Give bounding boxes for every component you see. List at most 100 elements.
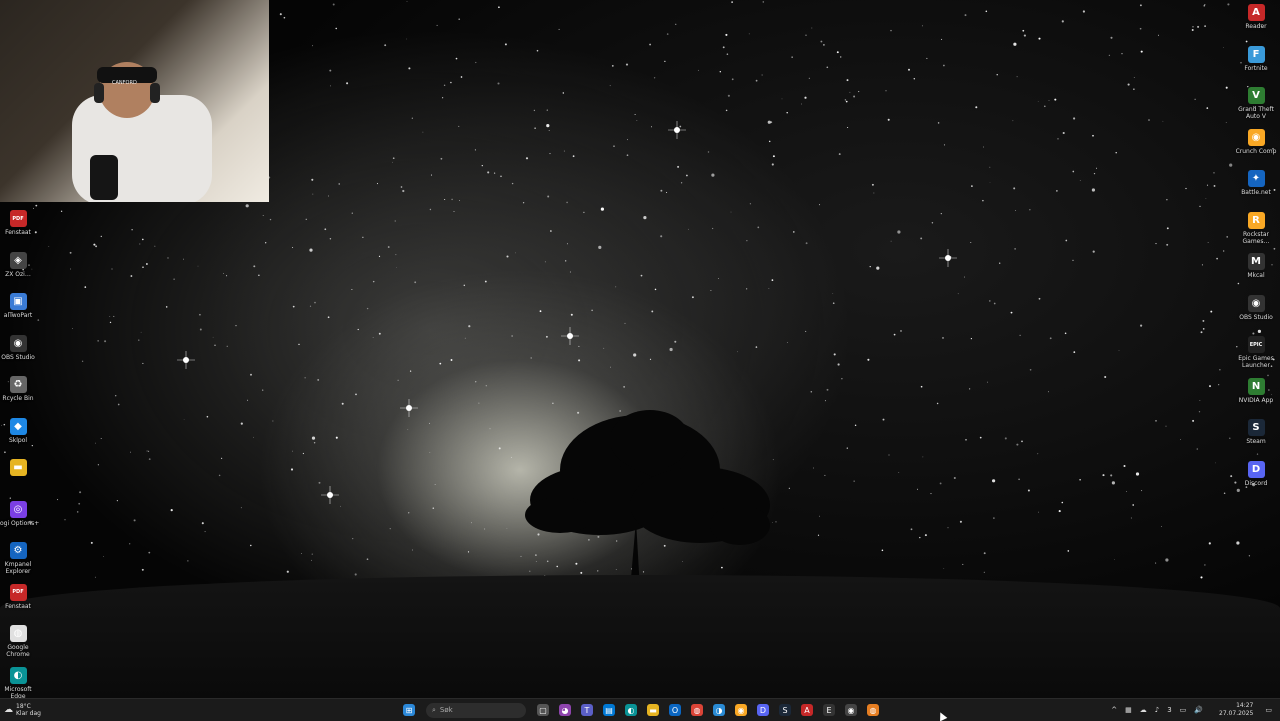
weather-temp: 18°C — [16, 703, 31, 710]
desktop-icon-label: Steam — [1246, 438, 1266, 445]
desktop-icon-label: Fenstaat — [5, 602, 31, 610]
taskbar-apps: ⊞ ⌕ Søk ▢ ◕ T ▤ ◐ ▬ O ◍ ◑ ◉ D S A E ◉ ◍ — [398, 701, 884, 719]
search-placeholder: Søk — [439, 706, 453, 714]
control-panel-icon: ⚙ — [9, 542, 27, 559]
desktop-icon-network-app[interactable]: ▣ alTwoPart — [0, 293, 40, 319]
desktop-icon-label: Kmpanel Explorer — [4, 561, 32, 575]
desktop-icon-label: Logi Options+ — [0, 519, 40, 527]
desktop-icon-rockstar-games[interactable]: R Rockstar Games… — [1234, 211, 1278, 245]
desktop-icon-label: Grand Theft Auto V — [1238, 106, 1274, 120]
desktop-icon-steam[interactable]: S Steam — [1234, 419, 1278, 445]
notification-icon[interactable]: ▭ — [1265, 706, 1272, 714]
store-icon: ▤ — [603, 704, 615, 716]
taskbar-edge-dev-button[interactable]: ◑ — [710, 701, 728, 719]
desktop-icon-pdf-app[interactable]: PDF Fenstaat — [0, 210, 40, 236]
chrome-canary-icon: ◍ — [867, 704, 879, 716]
taskbar-chrome-button[interactable]: ◍ — [688, 701, 706, 719]
gta-v-icon: V — [1247, 87, 1265, 104]
tray-icon[interactable]: ▦ — [1125, 706, 1132, 714]
taskbar-file-explorer-button[interactable]: ▬ — [644, 701, 662, 719]
desktop-icon-microsoft-edge[interactable]: ◐ Microsoft Edge — [0, 666, 40, 700]
obs-icon: ◉ — [845, 704, 857, 716]
taskbar-epic-button[interactable]: E — [820, 701, 838, 719]
taskbar-acrobat-button[interactable]: A — [798, 701, 816, 719]
taskbar-obs-button[interactable]: ◉ — [842, 701, 860, 719]
clock-date: 27.07.2025 — [1219, 710, 1254, 717]
microsoft-edge-icon: ◐ — [9, 666, 27, 684]
epic-icon: E — [823, 704, 835, 716]
desktop-icon-label: OBS Studio — [1239, 313, 1273, 321]
tray-icon[interactable]: ☁ — [1140, 706, 1147, 714]
desktop-icon-label: Google Chrome — [6, 644, 30, 658]
epic-games-icon: EPIC — [1247, 336, 1265, 353]
outlook-icon: O — [669, 704, 681, 716]
desktop-icon-pdf-app-2[interactable]: PDF Fenstaat — [0, 583, 40, 610]
taskbar-chrome-canary-button[interactable]: ◍ — [864, 701, 882, 719]
taskbar-crunch-button[interactable]: ◉ — [732, 701, 750, 719]
tray-icon[interactable]: ▭ — [1180, 706, 1187, 714]
desktop-icon-label: Epic Games Launcher — [1238, 355, 1274, 369]
steam-icon: S — [779, 704, 791, 716]
desktop-icon-folder[interactable]: ▬ — [0, 459, 40, 478]
desktop-icon-crunchy-app[interactable]: ◉ Crunch Comp — [1234, 128, 1278, 155]
recycle-bin-icon: ♻ — [9, 376, 27, 393]
shortcut-app-icon: ◆ — [9, 417, 27, 435]
desktop-icon-label: NVIDIA App — [1238, 396, 1274, 404]
taskbar-steam-button[interactable]: S — [776, 701, 794, 719]
edge-icon: ◐ — [625, 704, 637, 716]
desktop-icon-epic-games[interactable]: EPIC Epic Games Launcher — [1234, 336, 1278, 369]
desktop-icon-nvidia-app[interactable]: N NVIDIA App — [1234, 377, 1278, 404]
taskbar-discord-button[interactable]: D — [754, 701, 772, 719]
taskbar-start-button[interactable]: ⊞ — [400, 701, 418, 719]
fortnite-icon: F — [1247, 45, 1265, 63]
desktop-icon-label: Sklpol — [8, 436, 28, 444]
taskbar-outlook-button[interactable]: O — [666, 701, 684, 719]
taskbar-edge-button[interactable]: ◐ — [622, 701, 640, 719]
webcam-overlay: CANFORD — [0, 0, 269, 202]
desktop-icon-mail-app[interactable]: M Mkcal — [1234, 253, 1278, 279]
desktop-icon-fortnite[interactable]: F Fortnite — [1234, 45, 1278, 72]
rockstar-games-icon: R — [1247, 211, 1265, 229]
crunch-icon: ◉ — [735, 704, 747, 716]
tray-icon[interactable]: 🔊 — [1194, 706, 1203, 714]
desktop-icon-google-chrome[interactable]: ◍ Google Chrome — [0, 625, 40, 658]
nvidia-app-icon: N — [1247, 377, 1265, 395]
desktop-icon-adobe-reader[interactable]: A Reader — [1234, 4, 1278, 30]
taskbar-teams-button[interactable]: T — [578, 701, 596, 719]
desktop-icon-logi-options[interactable]: ◎ Logi Options+ — [0, 500, 40, 527]
discord-icon: D — [1247, 460, 1265, 478]
network-app-icon: ▣ — [9, 293, 27, 310]
google-chrome-icon: ◍ — [9, 625, 27, 642]
taskbar-task-view-button[interactable]: ▢ — [534, 701, 552, 719]
desktop-icon-label: Fortnite — [1244, 64, 1268, 72]
taskbar-copilot-button[interactable]: ◕ — [556, 701, 574, 719]
folder-icon: ▬ — [9, 459, 27, 476]
desktop-icon-rainmeter[interactable]: ◈ ZX Ozi… — [0, 251, 40, 278]
weather-widget[interactable]: ☁ 18°C Klar dag — [4, 699, 41, 721]
desktop-icon-obs-studio[interactable]: ◉ OBS Studio — [0, 334, 40, 361]
streamer-figure — [72, 62, 212, 202]
edge-dev-icon: ◑ — [713, 704, 725, 716]
grass-hill — [0, 575, 1280, 700]
desktop-icon-recycle-bin[interactable]: ♻ Rcycle Bin — [0, 376, 40, 402]
tray-icon[interactable]: 3 — [1167, 706, 1171, 714]
tray-icon[interactable]: ♪ — [1155, 706, 1159, 714]
taskbar-store-button[interactable]: ▤ — [600, 701, 618, 719]
acrobat-icon: A — [801, 704, 813, 716]
pdf-app-2-icon: PDF — [9, 583, 27, 601]
desktop-icon-discord[interactable]: D Discord — [1234, 460, 1278, 487]
desktop-icon-battlenet[interactable]: ✦ Battle.net — [1234, 170, 1278, 196]
pdf-app-icon: PDF — [9, 210, 27, 227]
desktop-icon-obs-studio-2[interactable]: ◉ OBS Studio — [1234, 294, 1278, 321]
desktop-icon-shortcut-app[interactable]: ◆ Sklpol — [0, 417, 40, 444]
search-icon: ⌕ — [432, 705, 436, 714]
obs-studio-icon: ◉ — [9, 334, 27, 352]
taskbar: ☁ 18°C Klar dag ⊞ ⌕ Søk ▢ ◕ T ▤ ◐ ▬ O ◍ ◑ ◉ D S A E ◉ ◍ ^ ▦… — [0, 698, 1280, 721]
desktop-icon-gta-v[interactable]: V Grand Theft Auto V — [1234, 87, 1278, 120]
desktop-icon-control-panel[interactable]: ⚙ Kmpanel Explorer — [0, 542, 40, 575]
tray-icon[interactable]: ^ — [1111, 706, 1117, 714]
taskbar-search-box[interactable]: ⌕ Søk — [426, 702, 526, 718]
task-view-icon: ▢ — [537, 704, 549, 716]
desktop-icon-label: Discord — [1244, 479, 1268, 487]
clock[interactable]: 14:27 27.07.2025 — [1215, 702, 1257, 718]
